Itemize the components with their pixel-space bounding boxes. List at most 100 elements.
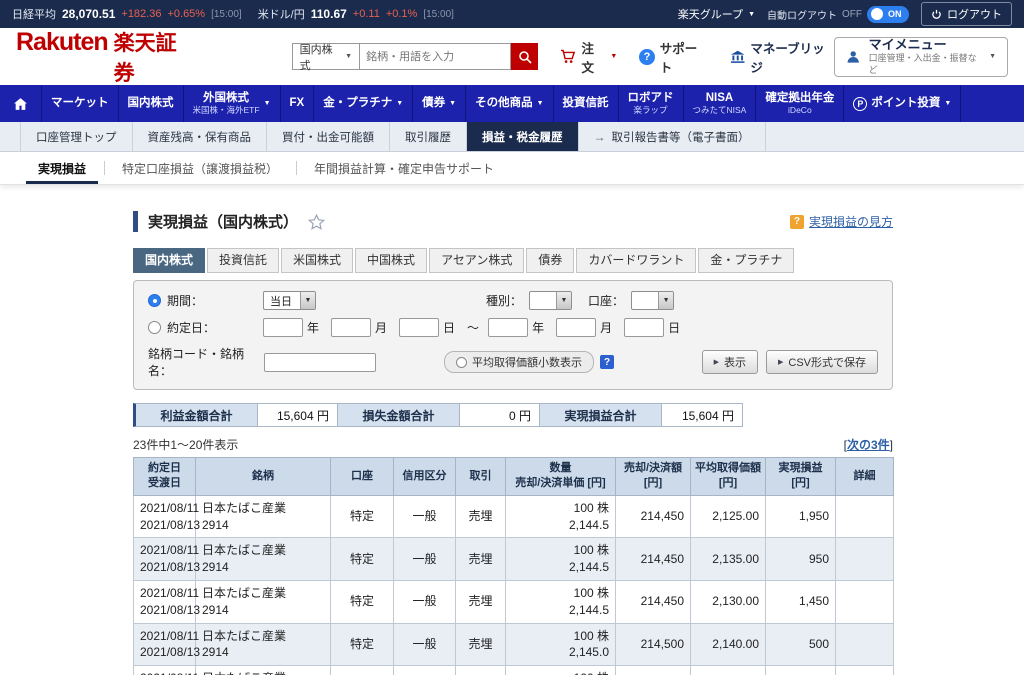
main-nav-item[interactable]: 確定拠出年金iDeCo <box>756 85 844 122</box>
rakuten-securities-logo[interactable]: Rakuten 楽天証券 <box>16 27 192 87</box>
product-tab[interactable]: カバードワラント <box>576 248 696 273</box>
to-year-input[interactable] <box>488 318 528 337</box>
person-icon <box>846 49 860 64</box>
chevron-down-icon: ▼ <box>345 53 352 60</box>
sub-nav-item[interactable]: 口座管理トップ <box>20 122 133 151</box>
search-icon <box>518 50 532 64</box>
auto-logout-toggle[interactable]: ON <box>867 6 909 23</box>
loss-total-label: 損失金額合計 <box>338 404 460 426</box>
main-nav-item[interactable]: 国内株式 <box>119 85 184 122</box>
my-menu-button[interactable]: マイメニュー 口座管理・入出金・振替など ▼ <box>834 37 1008 77</box>
main-nav-item[interactable]: その他商品▼ <box>466 85 553 122</box>
settlement-amount: 214,500 <box>616 623 691 666</box>
quantity: 100 株 <box>512 670 609 675</box>
account-select[interactable]: ▼ <box>631 291 674 310</box>
main-nav-item[interactable]: NISAつみたてNISA <box>684 85 757 122</box>
show-button-label: 表示 <box>724 354 746 370</box>
rakuten-group-menu[interactable]: 楽天グループ ▼ <box>678 6 755 22</box>
main-nav-item[interactable]: 債券▼ <box>413 85 466 122</box>
avg-price-help-icon[interactable]: ? <box>600 355 614 369</box>
to-month-input[interactable] <box>556 318 596 337</box>
section-tab[interactable]: 実現損益 <box>20 152 104 184</box>
search-button[interactable] <box>511 43 538 70</box>
avg-price-decimal-radio[interactable] <box>456 357 467 368</box>
column-header: 口座 <box>331 458 394 496</box>
sub-nav-item[interactable]: 取引履歴 <box>390 122 467 151</box>
trade-date-label: 約定日： <box>167 319 263 336</box>
margin-type: 一般 <box>394 666 456 675</box>
search-category-select[interactable]: 国内株式 ▼ <box>292 43 359 70</box>
trade-date: 2021/08/11 <box>140 500 189 517</box>
logout-button[interactable]: ログアウト <box>921 2 1012 26</box>
date-range-tilde: 〜 <box>467 319 479 336</box>
main-nav-item[interactable]: 金・プラチナ▼ <box>314 85 413 122</box>
trade-date: 2021/08/11 <box>140 542 189 559</box>
realized-pl-guide-link[interactable]: 実現損益の見方 <box>809 213 893 230</box>
section-tab[interactable]: 年間損益計算・確定申告サポート <box>296 152 512 184</box>
main-nav-item[interactable]: FX <box>281 85 315 122</box>
home-nav-item[interactable] <box>0 85 42 122</box>
product-tab[interactable]: 国内株式 <box>133 248 205 273</box>
realized-pl: 724 <box>766 666 836 675</box>
product-tab[interactable]: 金・プラチナ <box>698 248 794 273</box>
product-tab[interactable]: 中国株式 <box>355 248 427 273</box>
product-tab[interactable]: 債券 <box>526 248 574 273</box>
from-year-input[interactable] <box>263 318 303 337</box>
power-icon <box>931 9 942 20</box>
bracket: ] <box>890 438 893 452</box>
sub-nav-item-label: 買付・出金可能額 <box>282 129 374 145</box>
top-ticker-bar: 日経平均 28,070.51 +182.36 +0.65% [15:00] 米ド… <box>0 0 1024 28</box>
my-menu-subtitle: 口座管理・入出金・振替など <box>869 53 982 76</box>
trade-type: 売埋 <box>456 623 506 666</box>
page-title: 実現損益（国内株式） <box>133 211 298 232</box>
sub-nav-item-label: 取引履歴 <box>405 129 451 145</box>
type-select[interactable]: ▼ <box>529 291 572 310</box>
average-acquisition-price: 2,135.00 <box>691 538 766 581</box>
product-tab[interactable]: 米国株式 <box>281 248 353 273</box>
help-question-icon[interactable]: ? <box>790 215 804 229</box>
from-day-input[interactable] <box>399 318 439 337</box>
sub-nav-item[interactable]: 買付・出金可能額 <box>267 122 390 151</box>
main-nav-item[interactable]: Pポイント投資▼ <box>844 85 961 122</box>
to-day-input[interactable] <box>624 318 664 337</box>
next-page-link[interactable]: 次の3件 <box>847 438 890 452</box>
main-nav-item[interactable]: ロボアド楽ラップ <box>619 85 684 122</box>
period-select[interactable]: 当日 ▼ <box>263 291 316 310</box>
support-menu[interactable]: ? サポート <box>639 38 708 76</box>
nikkei-change: +182.36 <box>121 8 161 20</box>
trade-date-radio[interactable] <box>148 321 161 334</box>
product-tab[interactable]: 投資信託 <box>207 248 279 273</box>
nikkei-value: 28,070.51 <box>62 7 115 21</box>
margin-type: 一般 <box>394 580 456 623</box>
symbol-input[interactable] <box>264 353 376 372</box>
sub-nav-item[interactable]: 資産残高・保有商品 <box>133 122 268 151</box>
stock-name: 日本たばこ産業 <box>202 628 324 645</box>
settle-date: 2021/08/13 <box>140 602 189 619</box>
margin-type: 一般 <box>394 623 456 666</box>
settlement-amount: 214,450 <box>616 538 691 581</box>
from-month-input[interactable] <box>331 318 371 337</box>
favorite-star-icon[interactable] <box>308 214 325 230</box>
main-nav-item[interactable]: 投資信託 <box>554 85 619 122</box>
section-tab[interactable]: 特定口座損益（譲渡損益税） <box>104 152 296 184</box>
search-box: 国内株式 ▼ <box>292 43 539 70</box>
main-nav-item-label: マーケット <box>51 97 109 111</box>
main-nav-item-label: 金・プラチナ <box>323 97 392 111</box>
moneybridge-menu[interactable]: マネーブリッジ <box>730 38 834 76</box>
table-row: 2021/08/112021/08/13日本たばこ産業2914特定一般売埋100… <box>134 580 894 623</box>
sub-nav-item[interactable]: →取引報告書等（電子書面） <box>579 122 766 151</box>
product-tab[interactable]: アセアン株式 <box>429 248 524 273</box>
account-type: 特定 <box>331 666 394 675</box>
account-type: 特定 <box>331 580 394 623</box>
search-input[interactable] <box>359 43 511 70</box>
order-menu[interactable]: 注文 ▼ <box>560 38 617 76</box>
period-radio[interactable] <box>148 294 161 307</box>
main-nav-item[interactable]: マーケット <box>42 85 119 122</box>
main-nav-item[interactable]: 外国株式米国株・海外ETF▼ <box>184 85 281 122</box>
csv-save-button[interactable]: ▶ CSV形式で保存 <box>766 350 878 374</box>
show-button[interactable]: ▶ 表示 <box>702 350 758 374</box>
detail-cell <box>836 623 894 666</box>
year-unit-label: 年 <box>307 319 319 336</box>
avg-price-decimal-option[interactable]: 平均取得価額小数表示 <box>444 351 594 373</box>
sub-nav-item[interactable]: 損益・税金履歴 <box>467 122 579 151</box>
